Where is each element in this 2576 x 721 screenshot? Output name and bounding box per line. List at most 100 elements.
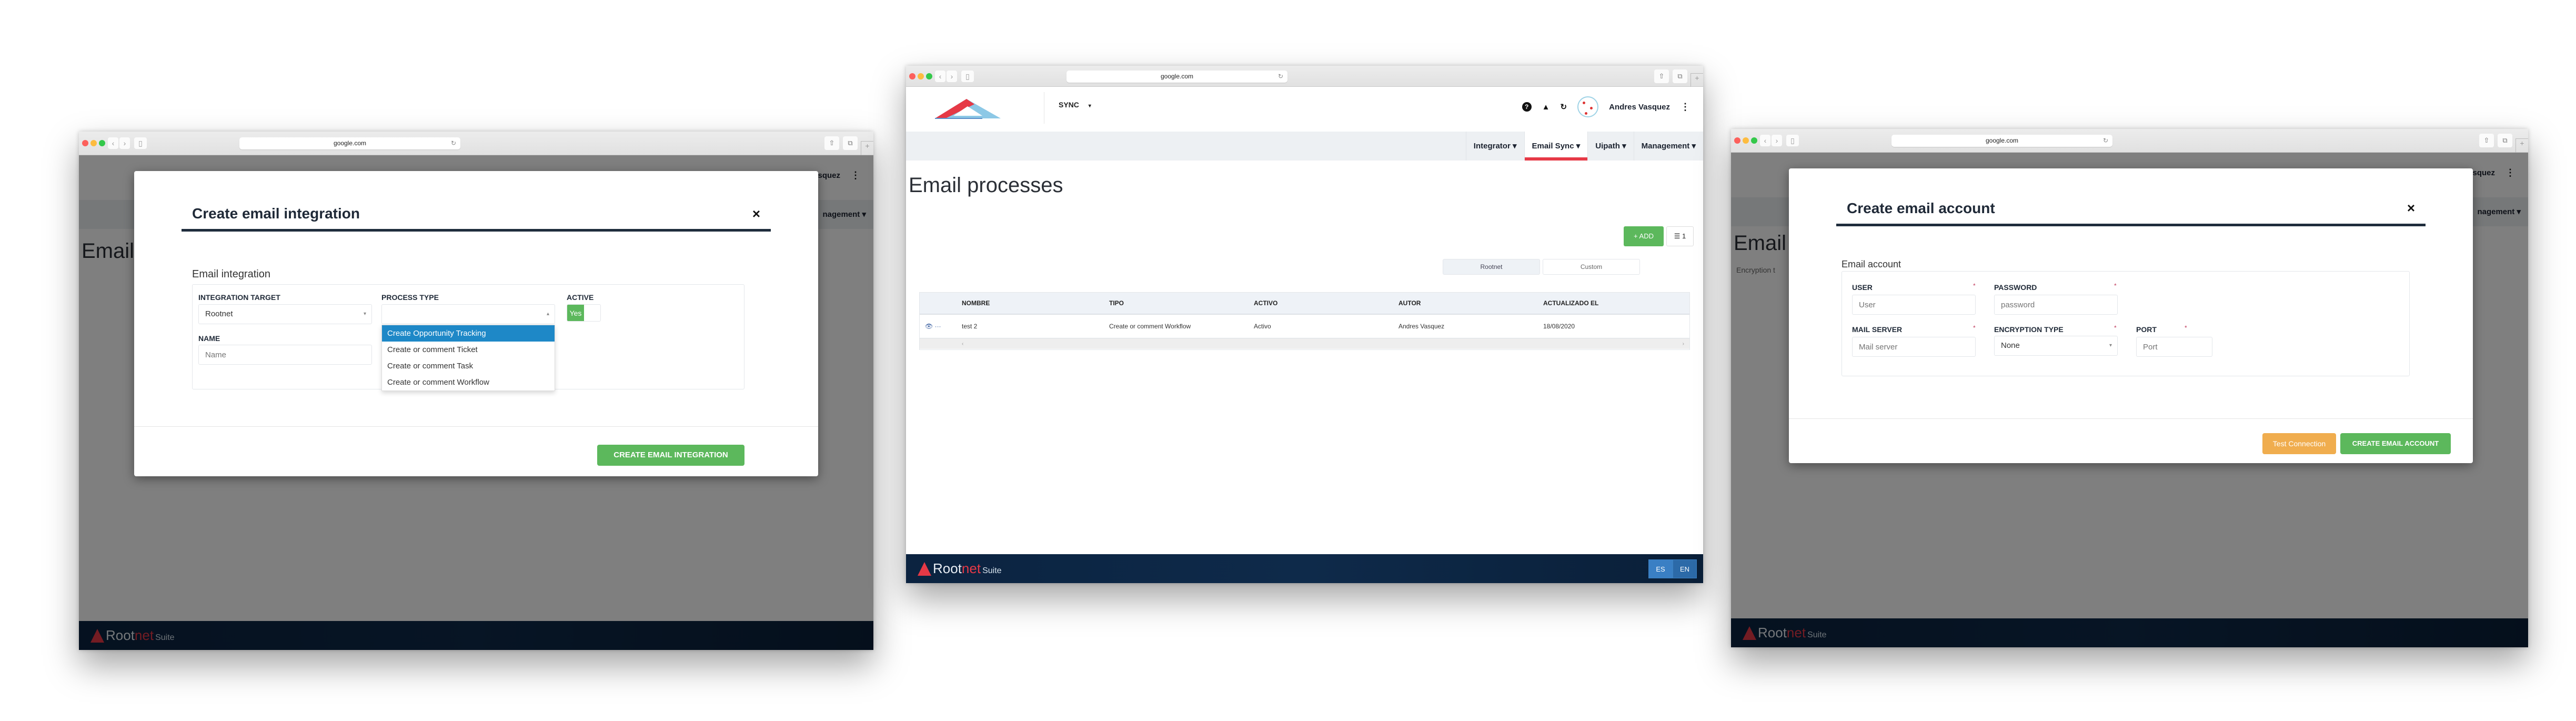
encryption-type-select[interactable]: None ▾ bbox=[1994, 336, 2118, 356]
process-type-select[interactable]: ▴ bbox=[381, 304, 555, 324]
user-input[interactable] bbox=[1852, 295, 1976, 315]
column-header-activo[interactable]: ACTIVO bbox=[1254, 299, 1398, 307]
tabs-icon[interactable]: ⧉ bbox=[843, 136, 858, 150]
row-actions-icons[interactable]: 👁 ··· bbox=[920, 323, 962, 330]
columns-toggle-button[interactable]: ☰ 1 bbox=[1666, 226, 1694, 246]
refresh-icon[interactable]: ↻ bbox=[1561, 102, 1567, 112]
close-window-button[interactable] bbox=[909, 73, 915, 79]
page-title: Email processes bbox=[909, 174, 1063, 197]
reload-icon[interactable]: ↻ bbox=[451, 137, 456, 149]
minimize-window-button[interactable] bbox=[1743, 137, 1749, 144]
required-mark: * bbox=[2114, 324, 2117, 332]
share-icon[interactable]: ⇧ bbox=[824, 136, 839, 150]
reload-icon[interactable]: ↻ bbox=[2103, 135, 2108, 147]
reload-icon[interactable]: ↻ bbox=[1278, 71, 1283, 83]
new-tab-icon[interactable]: + bbox=[2515, 138, 2528, 153]
required-mark: * bbox=[1973, 324, 1976, 332]
process-type-option[interactable]: Create or comment Task bbox=[382, 358, 555, 374]
bell-icon[interactable]: ▲ bbox=[1542, 103, 1550, 112]
encryption-type-label: ENCRYPTION TYPE bbox=[1994, 325, 2064, 334]
integration-target-label: INTEGRATION TARGET bbox=[198, 293, 280, 302]
zoom-window-button[interactable] bbox=[1751, 137, 1757, 144]
close-window-button[interactable] bbox=[1734, 137, 1740, 144]
nav-integrator[interactable]: Integrator ▾ bbox=[1465, 132, 1524, 161]
minimize-window-button[interactable] bbox=[918, 73, 924, 79]
back-icon[interactable]: ‹ bbox=[935, 71, 945, 82]
create-email-integration-button[interactable]: CREATE EMAIL INTEGRATION bbox=[597, 445, 744, 466]
zoom-window-button[interactable] bbox=[926, 73, 932, 79]
close-icon[interactable]: × bbox=[2407, 200, 2415, 216]
new-tab-icon[interactable]: + bbox=[861, 141, 873, 156]
integration-target-select[interactable]: Rootnet ▾ bbox=[198, 304, 372, 324]
create-email-account-modal: Create email account × Email account USE… bbox=[1789, 168, 2473, 463]
segment-rootnet[interactable]: Rootnet bbox=[1443, 259, 1540, 275]
add-button[interactable]: + ADD bbox=[1624, 226, 1664, 246]
address-bar[interactable]: google.com ↻ bbox=[1066, 71, 1287, 83]
section-legend: Email account bbox=[1842, 259, 1901, 269]
browser-toolbar: ‹ › ▯ google.com ↻ ⇧ ⧉ + bbox=[1731, 129, 2528, 153]
process-type-option[interactable]: Create Opportunity Tracking bbox=[382, 325, 555, 342]
process-type-dropdown: Create Opportunity Tracking Create or co… bbox=[381, 325, 555, 391]
sidebar-icon[interactable]: ▯ bbox=[1786, 135, 1799, 146]
scroll-right-icon[interactable]: › bbox=[1683, 341, 1684, 347]
process-type-option[interactable]: Create or comment Workflow bbox=[382, 374, 555, 390]
avatar[interactable] bbox=[1577, 96, 1599, 117]
more-icon[interactable]: ⋮ bbox=[1681, 102, 1690, 113]
logo-triangle-icon bbox=[918, 562, 931, 576]
title-divider bbox=[182, 229, 771, 232]
sidebar-icon[interactable]: ▯ bbox=[134, 137, 147, 149]
user-label: USER bbox=[1852, 283, 1873, 292]
browser-window-create-account: ‹ › ▯ google.com ↻ ⇧ ⧉ + Email Encryptio… bbox=[1731, 129, 2528, 647]
close-window-button[interactable] bbox=[82, 140, 88, 146]
active-toggle[interactable]: Yes bbox=[567, 304, 601, 322]
horizontal-scrollbar[interactable]: ‹ › bbox=[920, 338, 1689, 349]
column-header-actualizado[interactable]: ACTUALIZADO EL bbox=[1543, 299, 1648, 307]
modal-title: Create email account bbox=[1847, 200, 1995, 216]
scroll-left-icon[interactable]: ‹ bbox=[962, 341, 963, 347]
password-input[interactable] bbox=[1994, 295, 2118, 315]
share-icon[interactable]: ⇧ bbox=[1654, 69, 1669, 83]
address-bar[interactable]: google.com ↻ bbox=[239, 137, 460, 149]
table-row[interactable]: 👁 ··· test 2 Create or comment Workflow … bbox=[920, 315, 1689, 338]
nav-uipath[interactable]: Uipath ▾ bbox=[1587, 132, 1633, 161]
email-processes-grid: NOMBRE TIPO ACTIVO AUTOR ACTUALIZADO EL … bbox=[919, 292, 1690, 350]
name-input[interactable] bbox=[198, 345, 372, 365]
app-header: SYNC ▾ ? ▲ ↻ Andres Vasquez ⋮ bbox=[906, 87, 1703, 132]
chevron-up-icon: ▴ bbox=[546, 311, 549, 317]
process-type-option[interactable]: Create or comment Ticket bbox=[382, 342, 555, 358]
tabs-icon[interactable]: ⧉ bbox=[2498, 134, 2512, 147]
module-selector[interactable]: SYNC ▾ bbox=[1059, 101, 1091, 109]
address-bar[interactable]: google.com ↻ bbox=[1891, 135, 2112, 147]
cell-tipo: Create or comment Workflow bbox=[1109, 323, 1191, 330]
user-name[interactable]: Andres Vasquez bbox=[1609, 103, 1670, 112]
zoom-window-button[interactable] bbox=[99, 140, 105, 146]
port-input[interactable] bbox=[2136, 337, 2212, 357]
cell-actualizado: 18/08/2020 bbox=[1543, 323, 1575, 330]
forward-icon[interactable]: › bbox=[119, 137, 130, 149]
forward-icon[interactable]: › bbox=[1772, 135, 1782, 146]
nav-management[interactable]: Management ▾ bbox=[1633, 132, 1703, 161]
create-email-account-button[interactable]: CREATE EMAIL ACCOUNT bbox=[2340, 433, 2451, 454]
column-header-nombre[interactable]: NOMBRE bbox=[962, 299, 1109, 307]
rootnet-logo[interactable] bbox=[930, 95, 1003, 121]
tabs-icon[interactable]: ⧉ bbox=[1673, 69, 1687, 83]
mail-server-input[interactable] bbox=[1852, 337, 1976, 357]
column-header-autor[interactable]: AUTOR bbox=[1398, 299, 1543, 307]
back-icon[interactable]: ‹ bbox=[108, 137, 118, 149]
cell-nombre: test 2 bbox=[962, 323, 978, 330]
new-tab-icon[interactable]: + bbox=[1690, 73, 1703, 88]
nav-email-sync[interactable]: Email Sync ▾ bbox=[1524, 132, 1588, 161]
test-connection-button[interactable]: Test Connection bbox=[2262, 433, 2336, 454]
minimize-window-button[interactable] bbox=[90, 140, 97, 146]
forward-icon[interactable]: › bbox=[947, 71, 957, 82]
close-icon[interactable]: × bbox=[752, 206, 760, 222]
language-en-button[interactable]: EN bbox=[1673, 559, 1697, 578]
sidebar-icon[interactable]: ▯ bbox=[961, 71, 974, 82]
segment-custom[interactable]: Custom bbox=[1543, 259, 1640, 275]
share-icon[interactable]: ⇧ bbox=[2479, 134, 2494, 147]
language-es-button[interactable]: ES bbox=[1648, 559, 1673, 578]
back-icon[interactable]: ‹ bbox=[1760, 135, 1770, 146]
column-header-tipo[interactable]: TIPO bbox=[1109, 299, 1254, 307]
source-segmented-control: Rootnet Custom bbox=[1443, 259, 1640, 275]
help-icon[interactable]: ? bbox=[1522, 102, 1532, 112]
